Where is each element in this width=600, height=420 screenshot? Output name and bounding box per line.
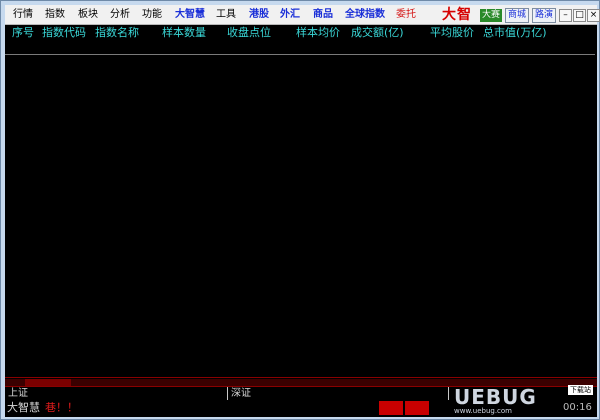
close-button[interactable]: × xyxy=(587,9,600,22)
col-index-code[interactable]: 指数代码 xyxy=(42,26,86,40)
menu-quotes[interactable]: 行情 xyxy=(13,8,33,21)
menu-hk-stocks[interactable]: 港股 xyxy=(249,8,269,21)
ticker-message[interactable]: 巷！！ xyxy=(45,401,78,415)
index-table-panel: 序号 指数代码 指数名称 样本数量 收盘点位 样本均价 成交额(亿) 平均股价 … xyxy=(5,25,597,377)
minimize-button[interactable]: – xyxy=(559,9,572,22)
menu-tools[interactable]: 工具 xyxy=(216,8,236,21)
mall-button[interactable]: 商城 xyxy=(505,8,529,23)
menu-dzh[interactable]: 大智慧 xyxy=(175,8,205,21)
menu-trade[interactable]: 委托 xyxy=(396,8,416,21)
col-seq[interactable]: 序号 xyxy=(12,26,34,40)
menu-forex[interactable]: 外汇 xyxy=(280,8,300,21)
watermark-text: UEBUG xyxy=(454,385,537,409)
watermark: UEBUG www.uebug.com 下载站 00:16 xyxy=(448,385,598,419)
col-turnover[interactable]: 成交额(亿) xyxy=(351,26,404,40)
menu-analysis[interactable]: 分析 xyxy=(110,8,130,21)
roadshow-button[interactable]: 路演 xyxy=(532,8,556,23)
col-market-cap[interactable]: 总市值(万亿) xyxy=(483,26,547,40)
table-header: 序号 指数代码 指数名称 样本数量 收盘点位 样本均价 成交额(亿) 平均股价 … xyxy=(5,25,597,41)
alert-block[interactable] xyxy=(379,401,403,415)
scrollbar-thumb[interactable] xyxy=(25,379,71,386)
menu-index[interactable]: 指数 xyxy=(45,8,65,21)
menu-sector[interactable]: 板块 xyxy=(78,8,98,21)
header-divider xyxy=(5,54,595,55)
shanghai-index-label[interactable]: 上证 xyxy=(8,387,28,400)
col-avg-share-price[interactable]: 平均股价 xyxy=(430,26,474,40)
watermark-url: www.uebug.com xyxy=(454,407,512,415)
status-separator xyxy=(227,387,228,401)
col-index-name[interactable]: 指数名称 xyxy=(95,26,139,40)
ticker-label: 大智慧 xyxy=(7,401,40,414)
watermark-download: 下载站 xyxy=(568,385,593,395)
brand-logo: 大智 xyxy=(442,7,472,23)
menu-commodities[interactable]: 商品 xyxy=(313,8,333,21)
col-close[interactable]: 收盘点位 xyxy=(227,26,271,40)
app-window: 行情 指数 板块 分析 功能 大智慧 工具 港股 外汇 商品 全球指数 委托 大… xyxy=(0,0,600,420)
col-sample-count[interactable]: 样本数量 xyxy=(162,26,206,40)
alert-block[interactable] xyxy=(405,401,429,415)
menu-global-index[interactable]: 全球指数 xyxy=(345,8,385,21)
menu-bar: 行情 指数 板块 分析 功能 大智慧 工具 港股 外汇 商品 全球指数 委托 大… xyxy=(5,5,600,25)
maximize-button[interactable]: □ xyxy=(573,9,586,22)
col-avg-price[interactable]: 样本均价 xyxy=(296,26,340,40)
clock-text: 00:16 xyxy=(563,402,592,413)
menu-function[interactable]: 功能 xyxy=(142,8,162,21)
shenzhen-index-label[interactable]: 深证 xyxy=(231,387,251,400)
contest-badge[interactable]: 大赛 xyxy=(480,9,502,22)
